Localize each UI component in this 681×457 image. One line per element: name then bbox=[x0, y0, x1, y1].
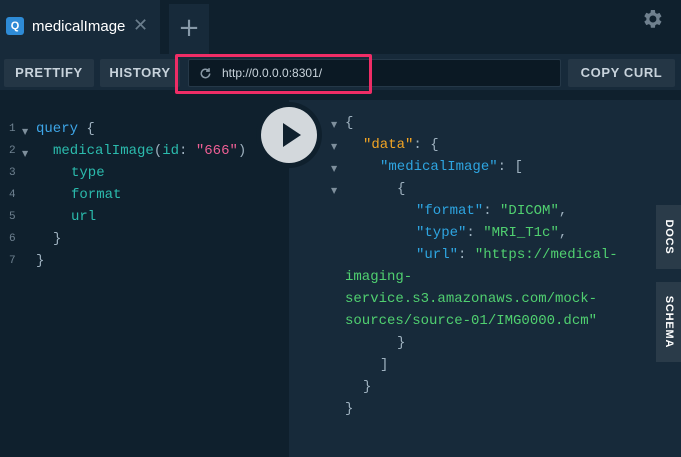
root-field: medicalImage bbox=[53, 143, 154, 159]
query-editor[interactable]: 1 2 3 4 5 6 7 ▼ ▼ query { medicalImage(i… bbox=[0, 100, 289, 457]
colon: : bbox=[466, 225, 484, 241]
json-line: imaging- bbox=[345, 266, 412, 288]
line-number: 2 bbox=[9, 145, 16, 157]
bracket: [ bbox=[514, 159, 523, 175]
copy-curl-button[interactable]: COPY CURL bbox=[568, 59, 675, 87]
argument-value: "666" bbox=[195, 143, 238, 159]
play-icon bbox=[283, 123, 301, 147]
code-line: medicalImage(id: "666") bbox=[53, 140, 246, 162]
line-number: 6 bbox=[9, 233, 16, 245]
json-key-data: "data" bbox=[363, 137, 414, 153]
brace: { bbox=[78, 121, 95, 137]
fold-arrow-icon[interactable]: ▼ bbox=[331, 186, 337, 195]
line-number: 4 bbox=[9, 189, 16, 201]
json-line: } bbox=[363, 376, 371, 398]
url-highlight-annotation bbox=[175, 54, 372, 94]
execute-button-face[interactable] bbox=[261, 107, 317, 163]
query-keyword: query bbox=[36, 121, 79, 137]
field-format: format bbox=[71, 187, 122, 203]
paren: ( bbox=[153, 143, 163, 159]
field-type: type bbox=[71, 165, 105, 181]
line-number: 3 bbox=[9, 167, 16, 179]
colon: : bbox=[458, 247, 475, 263]
tab-bar: Q medicalImage ✕ + bbox=[0, 0, 681, 54]
colon: : bbox=[483, 203, 501, 219]
json-key-format: "format" bbox=[416, 203, 484, 219]
json-line: sources/source-01/IMG0000.dcm" bbox=[345, 310, 597, 332]
colon: : { bbox=[413, 137, 439, 153]
code-line: type bbox=[71, 162, 105, 184]
json-line: "medicalImage": [ bbox=[380, 156, 523, 178]
result-viewer: ▼ ▼ ▼ ▼ { "data": { "medicalImage": [ { … bbox=[289, 100, 681, 457]
field-url: url bbox=[71, 209, 97, 225]
code-line: } bbox=[53, 228, 61, 250]
schema-tab-label: SCHEMA bbox=[662, 295, 675, 349]
brace: } bbox=[397, 335, 406, 351]
json-line: { bbox=[345, 112, 353, 134]
json-value-type: "MRI_T1c" bbox=[483, 225, 559, 241]
json-line: "type": "MRI_T1c", bbox=[416, 222, 567, 244]
paren: ) bbox=[237, 143, 247, 159]
comma: , bbox=[558, 225, 568, 241]
json-line: { bbox=[397, 178, 405, 200]
line-number: 7 bbox=[9, 255, 16, 267]
close-icon[interactable]: ✕ bbox=[133, 16, 148, 36]
line-number: 1 bbox=[9, 123, 16, 135]
json-line: "format": "DICOM", bbox=[416, 200, 567, 222]
execute-query-button[interactable] bbox=[256, 102, 322, 168]
schema-tab[interactable]: SCHEMA bbox=[656, 282, 681, 362]
docs-tab[interactable]: DOCS bbox=[656, 205, 681, 269]
code-line: query { bbox=[36, 118, 95, 140]
brace: } bbox=[345, 401, 354, 417]
brace: } bbox=[363, 379, 372, 395]
line-number: 5 bbox=[9, 211, 16, 223]
json-value-url: service.s3.amazonaws.com/mock- bbox=[345, 291, 598, 307]
tab-medical-image[interactable]: Q medicalImage ✕ bbox=[0, 0, 160, 54]
fold-arrow-icon[interactable]: ▼ bbox=[331, 120, 337, 129]
code-line: } bbox=[36, 250, 44, 272]
json-line: ] bbox=[380, 354, 388, 376]
json-line: service.s3.amazonaws.com/mock- bbox=[345, 288, 597, 310]
colon: : bbox=[179, 143, 196, 159]
json-line: } bbox=[345, 398, 353, 420]
tab-title: medicalImage bbox=[32, 18, 126, 35]
brace: { bbox=[345, 115, 354, 131]
brace: } bbox=[53, 231, 62, 247]
fold-arrow-icon[interactable]: ▼ bbox=[22, 149, 28, 158]
brace: { bbox=[397, 181, 406, 197]
bracket: ] bbox=[380, 357, 389, 373]
history-button[interactable]: HISTORY bbox=[100, 59, 180, 87]
gear-icon[interactable] bbox=[640, 7, 664, 31]
json-key-type: "type" bbox=[416, 225, 467, 241]
comma: , bbox=[558, 203, 568, 219]
json-key-url: "url" bbox=[416, 247, 459, 263]
json-value-url: "https://medical- bbox=[474, 247, 618, 263]
fold-arrow-icon[interactable]: ▼ bbox=[331, 164, 337, 173]
fold-arrow-icon[interactable]: ▼ bbox=[331, 142, 337, 151]
json-key-medical-image: "medicalImage" bbox=[380, 159, 498, 175]
prettify-button[interactable]: PRETTIFY bbox=[4, 59, 94, 87]
colon: : bbox=[497, 159, 515, 175]
json-line: "data": { bbox=[363, 134, 439, 156]
add-tab-button[interactable]: + bbox=[169, 4, 209, 54]
query-badge-icon: Q bbox=[6, 17, 24, 35]
fold-arrow-icon[interactable]: ▼ bbox=[22, 127, 28, 136]
json-value-format: "DICOM" bbox=[500, 203, 559, 219]
json-value-url: imaging- bbox=[345, 269, 413, 285]
docs-tab-label: DOCS bbox=[662, 219, 675, 255]
brace: } bbox=[36, 253, 45, 269]
code-line: url bbox=[71, 206, 96, 228]
code-line: format bbox=[71, 184, 121, 206]
argument-name: id bbox=[162, 143, 180, 159]
json-line: } bbox=[397, 332, 405, 354]
json-value-url: sources/source-01/IMG0000.dcm" bbox=[345, 313, 598, 329]
json-line: "url": "https://medical- bbox=[416, 244, 618, 266]
